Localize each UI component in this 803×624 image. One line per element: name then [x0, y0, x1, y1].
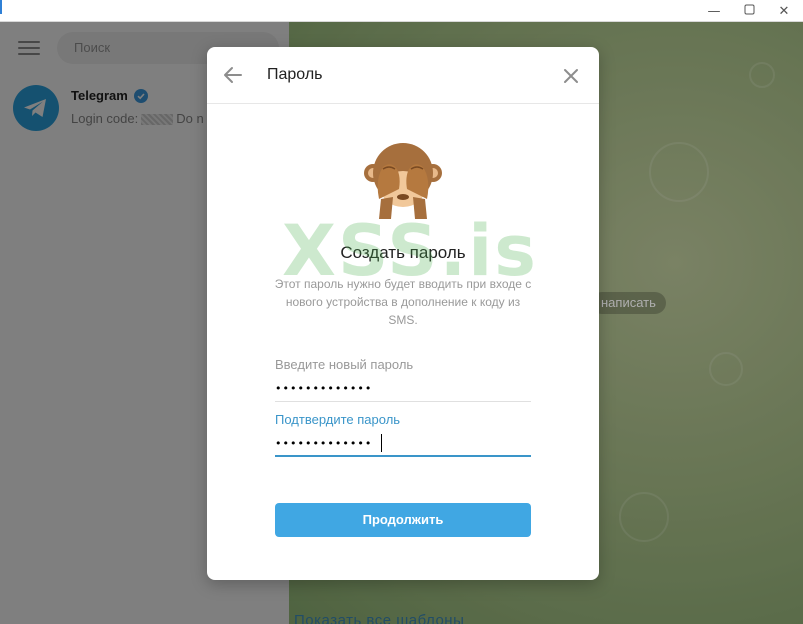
new-password-input[interactable] — [275, 376, 531, 402]
window-close-button[interactable]: ✕ — [765, 0, 803, 22]
text-cursor — [381, 434, 382, 452]
window-titlebar: — ✕ — [0, 0, 803, 22]
window-accent-edge — [0, 0, 2, 14]
dialog-title: Пароль — [267, 66, 323, 83]
see-no-evil-monkey-icon — [361, 139, 445, 219]
back-arrow-icon[interactable] — [221, 64, 245, 86]
minimize-button[interactable]: — — [695, 0, 733, 22]
new-password-label: Введите новый пароль — [275, 357, 414, 372]
minimize-icon: — — [707, 3, 721, 19]
confirm-password-label: Подтвердите пароль — [275, 412, 401, 427]
create-password-heading: Создать пароль — [340, 243, 466, 262]
password-description: Этот пароль нужно будет вводить при вход… — [274, 277, 532, 327]
dialog-header: Пароль — [207, 47, 599, 104]
continue-button[interactable]: Продолжить — [275, 503, 531, 537]
maximize-button[interactable] — [730, 0, 768, 22]
confirm-password-input[interactable] — [275, 431, 531, 457]
password-dialog: Пароль Создать пароль Этот пароль нужно … — [207, 47, 599, 580]
close-icon: ✕ — [778, 3, 790, 19]
close-dialog-icon[interactable] — [561, 66, 581, 86]
maximize-icon — [744, 4, 755, 19]
